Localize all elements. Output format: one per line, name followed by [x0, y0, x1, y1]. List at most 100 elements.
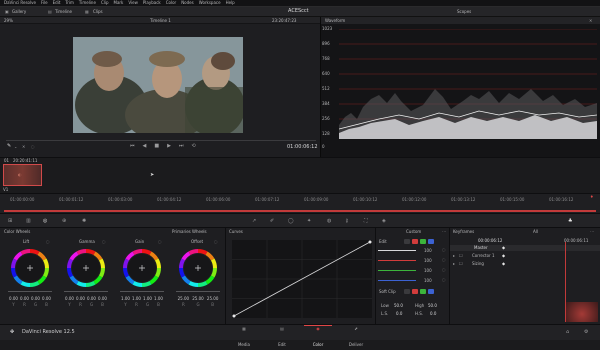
menu-item[interactable]: Trim [65, 1, 74, 5]
page-tab-color[interactable]: ◉ Color [304, 325, 332, 347]
menu-item[interactable]: Nodes [181, 1, 194, 5]
video-frame[interactable] [73, 37, 243, 133]
soft-clip-b-button[interactable] [428, 289, 434, 294]
soft-clip-y-button[interactable] [404, 289, 410, 294]
curve-channel-slider[interactable] [378, 260, 416, 261]
motion-effects-icon[interactable]: ✺ [82, 219, 86, 224]
keyframe-checkbox-icon[interactable]: ☐ [459, 262, 463, 266]
play-icon[interactable]: ▶ [167, 144, 171, 149]
page-tab-media[interactable]: ▦ Media [232, 326, 256, 347]
gallery-button[interactable]: Gallery [12, 10, 26, 14]
wheel-master-slider[interactable] [176, 291, 220, 292]
wheel-value[interactable]: 25.00 [192, 296, 204, 301]
curve-channel-value[interactable]: 100 [424, 269, 432, 273]
timeline-button[interactable]: Timeline [55, 10, 72, 14]
rgb-mixer-icon[interactable]: ⊕ [62, 219, 66, 224]
home-icon[interactable]: ⌂ [566, 330, 569, 335]
effects-icon[interactable]: ♣ [568, 219, 572, 224]
curves-mode-selector[interactable]: Custom [406, 230, 421, 234]
step-back-icon[interactable]: ◀ [143, 144, 147, 149]
wheel-value[interactable]: 1.00 [153, 296, 165, 301]
scope-type-selector[interactable]: Waveform [325, 18, 345, 23]
wheel-reset-icon[interactable]: ◌ [158, 240, 162, 244]
soft-clip-g-button[interactable] [420, 289, 426, 294]
reset-icon[interactable]: ◌ [442, 248, 446, 252]
ls-value[interactable]: 0.0 [396, 312, 402, 316]
color-wheel-gain[interactable] [122, 248, 162, 288]
scopes-label[interactable]: Scopes [457, 10, 471, 14]
menu-item[interactable]: Mark [114, 1, 124, 5]
wheel-value[interactable]: 25.00 [207, 296, 219, 301]
channel-g-button[interactable] [420, 239, 426, 244]
menu-item[interactable]: DaVinci Resolve [4, 1, 36, 5]
close-icon[interactable]: ✕ [22, 145, 25, 149]
chevron-down-icon[interactable]: ⌄ [14, 145, 17, 149]
curve-channel-value[interactable]: 100 [424, 279, 432, 283]
menu-item[interactable]: Color [166, 1, 176, 5]
keyframe-row-corrector[interactable]: ▸ ☐ Corrector 1 ◆ [450, 253, 600, 259]
color-wheels-icon[interactable]: ◎ [43, 219, 47, 224]
wheel-value[interactable]: 0.00 [41, 296, 53, 301]
wheel-master-slider[interactable] [64, 291, 108, 292]
wheel-reset-icon[interactable]: ◌ [214, 240, 218, 244]
page-tab-deliver[interactable]: ⬈ Deliver [342, 326, 370, 347]
wheel-value[interactable]: 25.00 [177, 296, 189, 301]
key-icon[interactable]: ⚷ [345, 219, 349, 224]
menu-item[interactable]: Help [226, 1, 235, 5]
settings-icon[interactable]: ⚙ [584, 330, 588, 335]
tracker-icon[interactable]: ✦ [307, 219, 311, 224]
loop-icon[interactable]: ⟲ [191, 144, 195, 149]
sizing-icon[interactable]: ⛶ [364, 219, 368, 224]
curve-channel-slider[interactable] [378, 280, 416, 281]
wheel-master-slider[interactable] [120, 291, 164, 292]
expand-icon[interactable]: ▸ [453, 254, 455, 258]
zoom-level[interactable]: 29% [4, 18, 13, 23]
timeline-track-bar[interactable] [4, 210, 596, 212]
viewer-scrub-bar[interactable] [6, 140, 316, 141]
curves-options-icon[interactable]: ⋯ [442, 230, 446, 234]
low-value[interactable]: 50.0 [394, 304, 403, 308]
wheels-mode-selector[interactable]: Primaries Wheels [172, 230, 207, 234]
reset-icon[interactable]: ◌ [442, 258, 446, 262]
clips-button[interactable]: Clips [93, 10, 103, 14]
3d-icon[interactable]: ◈ [382, 219, 386, 224]
high-value[interactable]: 50.0 [428, 304, 437, 308]
menu-item[interactable]: Workspace [199, 1, 221, 5]
timeline-selector[interactable]: Timeline 1 [150, 18, 171, 23]
curve-channel-slider[interactable] [378, 250, 416, 251]
color-wheel-offset[interactable] [178, 248, 218, 288]
reset-icon[interactable]: ◌ [442, 268, 446, 272]
timeline-ruler[interactable]: 01:00:00:00 01:00:01:12 01:00:03:00 01:00:0… [0, 193, 600, 213]
menu-item[interactable]: Timeline [79, 1, 96, 5]
clip-thumbnail[interactable]: ◐ [3, 164, 42, 186]
expand-icon[interactable]: ▸ [453, 262, 455, 266]
pen-tool-icon[interactable]: ✎ [7, 144, 11, 149]
wheel-reset-icon[interactable]: ◌ [102, 240, 106, 244]
menu-item[interactable]: File [41, 1, 48, 5]
curve-channel-slider[interactable] [378, 270, 416, 271]
playhead-icon[interactable]: ♦ [590, 195, 594, 199]
curve-channel-value[interactable]: 100 [424, 259, 432, 263]
channel-b-button[interactable] [428, 239, 434, 244]
wheel-reset-icon[interactable]: ◌ [46, 240, 50, 244]
stop-icon[interactable]: ■ [154, 144, 159, 149]
curves-icon[interactable]: ↗ [252, 219, 256, 224]
window-icon[interactable]: ◯ [288, 219, 294, 224]
scopes-close-icon[interactable]: ✕ [589, 18, 592, 23]
camera-raw-icon[interactable]: ⊞ [8, 219, 12, 224]
skip-end-icon[interactable]: ⏭ [179, 144, 184, 149]
qualifier-icon[interactable]: ✐ [270, 219, 274, 224]
soft-clip-r-button[interactable] [412, 289, 418, 294]
channel-r-button[interactable] [412, 239, 418, 244]
menu-item[interactable]: Edit [53, 1, 61, 5]
wheel-master-slider[interactable] [8, 291, 52, 292]
keyframes-options-icon[interactable]: ⋯ [590, 230, 594, 234]
curve-channel-value[interactable]: 100 [424, 249, 432, 253]
keyframe-checkbox-icon[interactable]: ☐ [459, 254, 463, 258]
color-wheel-lift[interactable] [10, 248, 50, 288]
color-match-icon[interactable]: ▥ [26, 219, 31, 224]
keyframes-filter[interactable]: All [533, 230, 538, 234]
keyframe-row-master[interactable]: Master ◆ [450, 245, 600, 251]
channel-y-button[interactable] [404, 239, 410, 244]
highlight-icon[interactable]: ◌ [31, 145, 35, 149]
